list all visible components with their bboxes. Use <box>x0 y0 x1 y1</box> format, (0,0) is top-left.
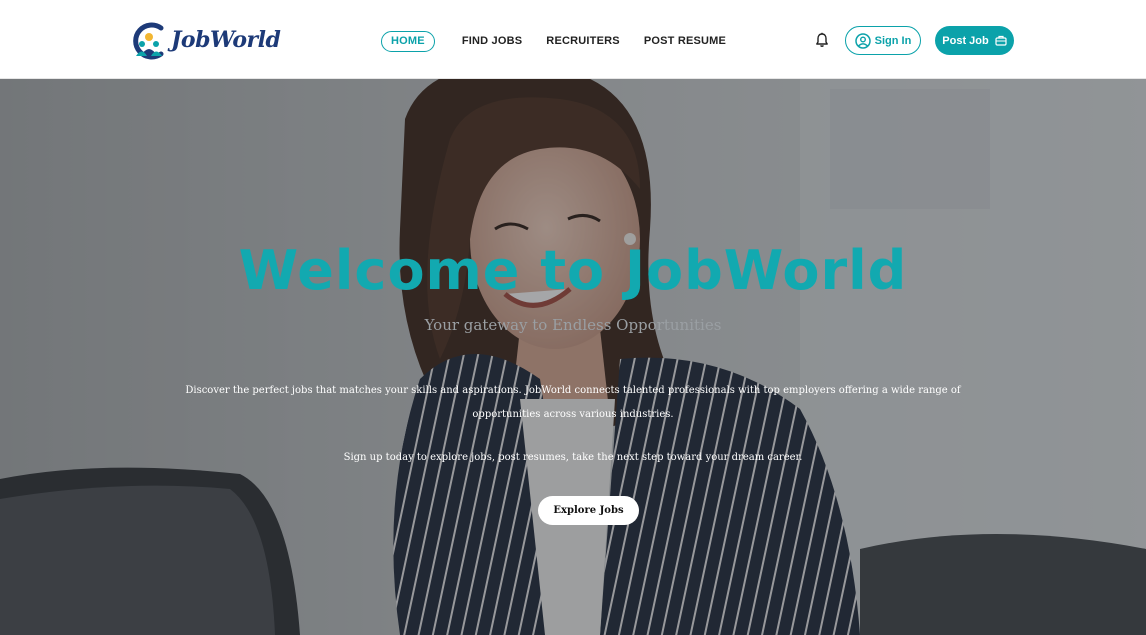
nav-post-resume[interactable]: POST RESUME <box>644 31 726 52</box>
hero-content: Welcome to JobWorld Your gateway to Endl… <box>0 79 1146 635</box>
post-job-button[interactable]: Post Job <box>935 26 1014 55</box>
logo[interactable]: JobWorld <box>131 20 281 60</box>
hero-section: Welcome to JobWorld Your gateway to Endl… <box>0 79 1146 635</box>
post-job-label: Post Job <box>942 34 989 47</box>
user-circle-icon <box>854 32 871 49</box>
bell-icon[interactable] <box>814 32 830 48</box>
briefcase-icon <box>995 35 1007 46</box>
hero-signup-text: Sign up today to explore jobs, post resu… <box>343 452 803 463</box>
logo-text: JobWorld <box>171 27 281 53</box>
hero-subtitle: Your gateway to Endless Opportunities <box>424 316 722 334</box>
jobworld-logo-icon <box>133 22 164 60</box>
main-nav: HOME FIND JOBS RECRUITERS POST RESUME <box>381 31 750 52</box>
top-navbar: JobWorld HOME FIND JOBS RECRUITERS POST … <box>0 0 1146 79</box>
explore-jobs-button[interactable]: Explore Jobs <box>538 496 639 525</box>
hero-title: Welcome to JobWorld <box>238 239 908 302</box>
sign-in-button[interactable]: Sign In <box>845 26 921 55</box>
sign-in-label: Sign In <box>874 34 912 47</box>
hero-description: Discover the perfect jobs that matches y… <box>185 385 961 420</box>
nav-find-jobs[interactable]: FIND JOBS <box>462 31 522 52</box>
nav-recruiters[interactable]: RECRUITERS <box>546 31 620 52</box>
nav-home[interactable]: HOME <box>381 31 435 52</box>
